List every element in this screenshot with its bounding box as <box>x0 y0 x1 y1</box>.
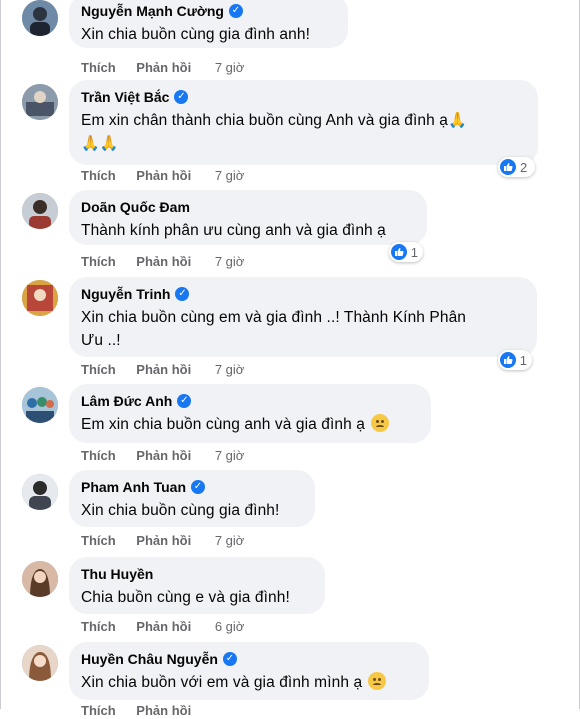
avatar[interactable] <box>22 193 58 229</box>
reaction-count[interactable]: 1 <box>389 242 423 262</box>
reply-button[interactable]: Phản hồi <box>136 619 191 634</box>
reaction-count[interactable]: 2 <box>498 157 535 177</box>
like-button[interactable]: Thích <box>81 168 116 183</box>
comment-text: Xin chia buồn cùng em và gia đình ..! Th… <box>81 309 467 349</box>
like-button[interactable]: Thích <box>81 703 116 718</box>
comment-text: Xin chia buồn cùng gia đình! <box>81 502 280 519</box>
comment-actions: Thích Phản hồi 7 giờ <box>81 362 244 378</box>
comment-bubble: Lâm Đức Anh ✓ Em xin chia buồn cùng anh … <box>69 384 431 443</box>
comment-actions: Thích Phản hồi 7 giờ <box>81 60 244 76</box>
timestamp[interactable]: 7 giờ <box>215 448 245 463</box>
verified-badge-icon: ✓ <box>175 287 190 301</box>
verified-badge-icon: ✓ <box>174 90 189 104</box>
like-reaction-icon <box>391 244 407 260</box>
avatar[interactable] <box>22 645 58 681</box>
commenter-name[interactable]: Nguyễn Mạnh Cường ✓ <box>81 2 336 20</box>
sad-face-emoji-icon <box>368 672 387 690</box>
like-button[interactable]: Thích <box>81 254 116 269</box>
timestamp[interactable]: 7 giờ <box>215 362 245 377</box>
comment-bubble: Trần Việt Bắc ✓ Em xin chân thành chia b… <box>69 80 538 165</box>
like-reaction-icon <box>500 159 516 175</box>
verified-badge-icon: ✓ <box>228 4 243 18</box>
comment-bubble: Huyền Châu Nguyễn ✓ Xin chia buồn với em… <box>69 642 429 700</box>
avatar[interactable] <box>22 474 58 510</box>
comment-text: Xin chia buồn cùng gia đình anh! <box>81 26 310 43</box>
reply-button[interactable]: Phản hồi <box>136 362 191 377</box>
avatar[interactable] <box>22 387 58 423</box>
comment-actions: Thích Phản hồi 7 giờ <box>81 254 244 270</box>
avatar[interactable] <box>22 280 58 316</box>
commenter-name[interactable]: Lâm Đức Anh ✓ <box>81 392 419 410</box>
verified-badge-icon: ✓ <box>177 394 192 408</box>
commenter-name[interactable]: Huyền Châu Nguyễn ✓ <box>81 650 417 668</box>
like-button[interactable]: Thích <box>81 60 116 75</box>
timestamp[interactable]: 7 giờ <box>215 533 245 548</box>
commenter-name[interactable]: Thu Huyền <box>81 565 313 583</box>
comment-bubble: Thu Huyền Chia buồn cùng e và gia đình! <box>69 557 325 614</box>
reply-button[interactable]: Phản hồi <box>136 60 191 75</box>
reply-button[interactable]: Phản hồi <box>136 254 191 269</box>
pray-emoji-icon: 🙏🙏 <box>81 135 119 152</box>
comment-text: Thành kính phân ưu cùng anh và gia đình … <box>81 222 386 239</box>
like-reaction-icon <box>500 352 516 368</box>
commenter-name[interactable]: Pham Anh Tuan ✓ <box>81 478 303 496</box>
verified-badge-icon: ✓ <box>222 652 237 666</box>
comment-bubble: Pham Anh Tuan ✓ Xin chia buồn cùng gia đ… <box>69 470 315 527</box>
like-button[interactable]: Thích <box>81 619 116 634</box>
reply-button[interactable]: Phản hồi <box>136 703 191 718</box>
comment-text: Em xin chân thành chia buồn cùng Anh và … <box>81 112 467 152</box>
comment-bubble: Doãn Quốc Đam Thành kính phân ưu cùng an… <box>69 190 427 245</box>
pray-emoji-icon: 🙏 <box>447 112 467 129</box>
verified-badge-icon: ✓ <box>191 480 205 494</box>
timestamp[interactable]: 6 giờ <box>215 619 245 634</box>
avatar[interactable] <box>22 84 58 120</box>
comment-actions: Thích Phản hồi 7 giờ <box>81 533 244 549</box>
reaction-count[interactable]: 1 <box>498 350 532 370</box>
comment-actions: Thích Phản hồi 6 giờ <box>81 619 244 635</box>
avatar[interactable] <box>22 0 58 36</box>
comment-text: Chia buồn cùng e và gia đình! <box>81 589 290 606</box>
like-button[interactable]: Thích <box>81 533 116 548</box>
like-button[interactable]: Thích <box>81 362 116 377</box>
comment-actions: Thích Phản hồi 7 giờ <box>81 168 244 184</box>
commenter-name[interactable]: Doãn Quốc Đam <box>81 198 415 216</box>
comment-bubble: Nguyễn Mạnh Cường ✓ Xin chia buồn cùng g… <box>69 0 348 48</box>
comment-text: Em xin chia buồn cùng anh và gia đình ạ <box>81 413 419 436</box>
commenter-name[interactable]: Nguyễn Trinh ✓ <box>81 285 525 303</box>
comment-text: Xin chia buồn với em và gia đình mình ạ <box>81 671 417 694</box>
comment-bubble: Nguyễn Trinh ✓ Xin chia buồn cùng em và … <box>69 277 537 357</box>
sad-face-emoji-icon <box>370 414 389 432</box>
like-button[interactable]: Thích <box>81 448 116 463</box>
timestamp[interactable]: 7 giờ <box>215 254 245 269</box>
comment-actions: Thích Phản hồi 7 giờ <box>81 448 244 464</box>
timestamp[interactable]: 7 giờ <box>215 168 245 183</box>
reply-button[interactable]: Phản hồi <box>136 168 191 183</box>
avatar[interactable] <box>22 561 58 597</box>
reply-button[interactable]: Phản hồi <box>136 448 191 463</box>
commenter-name[interactable]: Trần Việt Bắc ✓ <box>81 88 526 106</box>
comment-actions: Thích Phản hồi <box>81 703 211 719</box>
reply-button[interactable]: Phản hồi <box>136 533 191 548</box>
timestamp[interactable]: 7 giờ <box>215 60 245 75</box>
